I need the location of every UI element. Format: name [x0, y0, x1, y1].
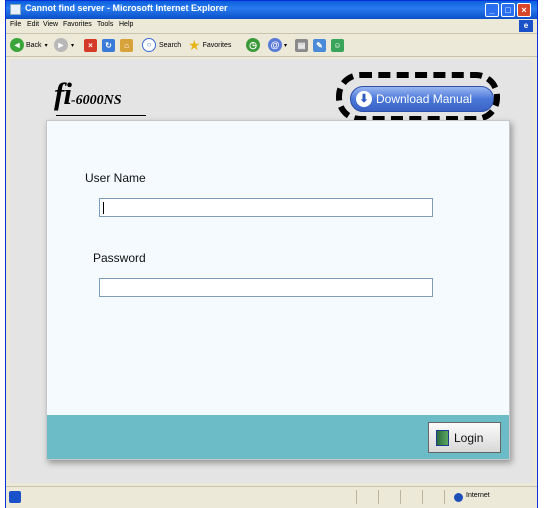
messenger-icon: ☺ [331, 38, 344, 52]
toolbar: ◄ Back ▾ ► ▾ × ↻ ⌂ ○ Search ★ Favorites … [6, 34, 537, 57]
messenger-button[interactable]: ☺ [331, 37, 344, 53]
username-input[interactable] [99, 198, 433, 217]
refresh-icon: ↻ [102, 38, 115, 52]
password-label: Password [93, 251, 146, 265]
status-divider [400, 490, 401, 504]
product-logo: fi-6000NS [54, 76, 122, 112]
close-button[interactable]: × [517, 3, 531, 17]
back-arrow-icon: ◄ [10, 38, 24, 52]
globe-icon [454, 493, 463, 502]
vertical-scrollbar[interactable] [533, 59, 537, 483]
print-button[interactable]: ▤ [295, 37, 308, 53]
home-button[interactable]: ⌂ [120, 37, 133, 53]
login-panel: User Name Password Login [46, 120, 510, 460]
mail-button[interactable]: @ ▾ [268, 37, 287, 53]
search-button[interactable]: ○ Search [142, 37, 181, 53]
chevron-down-icon: ▾ [71, 42, 75, 49]
highlight-outline [336, 72, 500, 122]
windows-logo-icon: e [519, 20, 533, 32]
logo-main: fi [54, 76, 72, 111]
door-icon [436, 430, 449, 446]
edit-button[interactable]: ✎ [313, 37, 326, 53]
history-icon: ◷ [246, 38, 260, 52]
back-label: Back [26, 41, 42, 49]
page-status-icon [9, 491, 21, 503]
menu-favorites[interactable]: Favorites [63, 21, 92, 28]
favorites-label: Favorites [202, 41, 232, 49]
status-bar: Internet [6, 486, 537, 508]
logo-model: -6000NS [70, 93, 122, 108]
search-icon: ○ [142, 38, 156, 52]
text-caret [103, 202, 104, 214]
logo-underline [56, 115, 146, 116]
username-label: User Name [85, 171, 146, 185]
title-bar[interactable]: Cannot find server - Microsoft Internet … [6, 1, 537, 19]
menu-bar: File Edit View Favorites Tools Help e [6, 19, 537, 34]
password-input[interactable] [99, 278, 433, 297]
menu-help[interactable]: Help [119, 21, 133, 28]
forward-arrow-icon: ► [54, 38, 68, 52]
home-icon: ⌂ [120, 38, 133, 52]
chevron-down-icon: ▾ [44, 42, 48, 49]
back-button[interactable]: ◄ Back ▾ [10, 37, 48, 53]
stop-button[interactable]: × [84, 37, 97, 53]
status-divider [444, 490, 445, 504]
history-button[interactable]: ◷ [246, 37, 260, 53]
edit-page-icon: ✎ [313, 38, 326, 52]
minimize-button[interactable]: _ [485, 3, 499, 17]
status-divider [378, 490, 379, 504]
status-divider [422, 490, 423, 504]
menu-file[interactable]: File [10, 21, 21, 28]
chevron-down-icon: ▾ [284, 42, 288, 49]
search-label: Search [159, 41, 182, 49]
security-zone: Internet [466, 492, 490, 499]
menu-view[interactable]: View [43, 21, 58, 28]
stop-icon: × [84, 38, 97, 52]
refresh-button[interactable]: ↻ [102, 37, 115, 53]
menu-edit[interactable]: Edit [27, 21, 39, 28]
maximize-button[interactable]: □ [501, 3, 515, 17]
forward-button[interactable]: ► ▾ [54, 37, 74, 53]
printer-icon: ▤ [295, 38, 308, 52]
login-label: Login [454, 431, 484, 445]
window-title: Cannot find server - Microsoft Internet … [25, 3, 228, 13]
star-icon: ★ [188, 36, 201, 53]
login-button[interactable]: Login [428, 422, 501, 453]
menu-tools[interactable]: Tools [97, 21, 113, 28]
ie-page-icon [10, 4, 21, 15]
mail-icon: @ [268, 38, 282, 52]
status-divider [356, 490, 357, 504]
favorites-button[interactable]: ★ Favorites [188, 37, 231, 53]
panel-footer: Login [47, 415, 509, 459]
